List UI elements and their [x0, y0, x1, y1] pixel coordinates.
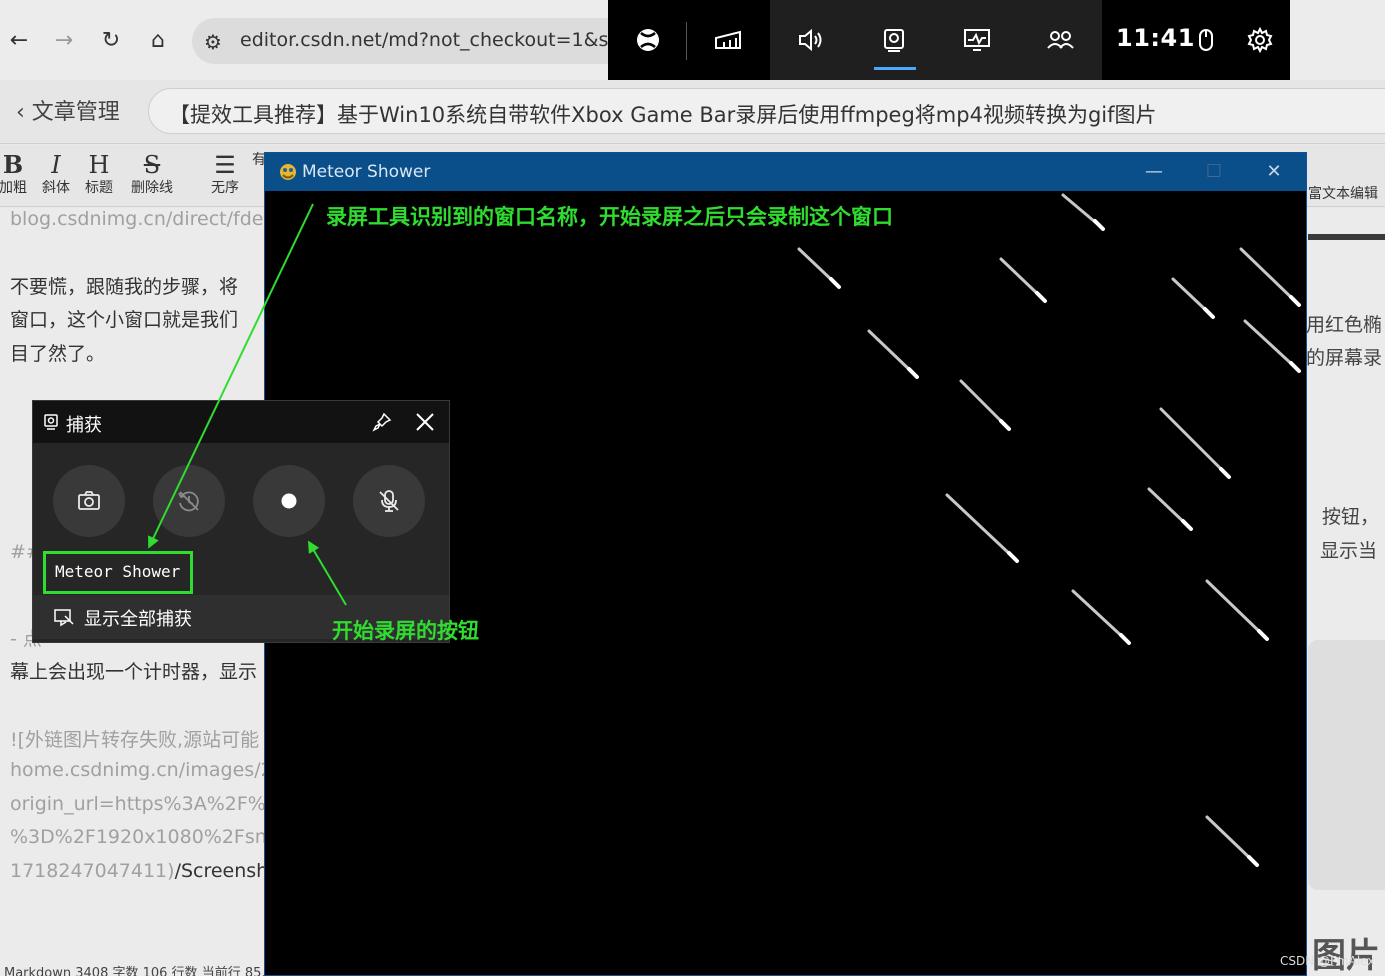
record-last-30s-button[interactable] [153, 465, 225, 537]
mouse-icon[interactable] [1186, 20, 1226, 60]
bold-button[interactable]: B 加粗 [0, 151, 28, 197]
italic-button[interactable]: I 斜体 [40, 151, 72, 197]
meteor [999, 257, 1047, 303]
editor-line: ![外链图片转存失败,源站可能 [10, 729, 260, 751]
social-icon[interactable] [1040, 20, 1080, 60]
captured-window-name-highlight: Meteor Shower [43, 551, 193, 594]
meteor [867, 329, 919, 379]
unordered-list-button[interactable]: ☰ 无序 [208, 151, 242, 197]
gamebar-clock: 11:41 [1116, 24, 1195, 52]
editor-line: 幕上会出现一个计时器，显示 [10, 661, 258, 683]
start-recording-button[interactable] [253, 465, 325, 537]
strikethrough-label: 删除线 [131, 180, 173, 196]
active-widget-indicator [874, 67, 916, 70]
meteor [1147, 487, 1193, 531]
window-title: Meteor Shower [302, 162, 431, 182]
address-bar[interactable]: ⚙ editor.csdn.net/md?not_checkout=1&spm [192, 18, 652, 64]
strikethrough-button[interactable]: S 删除线 [128, 151, 176, 197]
settings-gear-icon[interactable] [1240, 20, 1280, 60]
heading-icon: H [88, 151, 110, 179]
editor-line: 目了然了。 [10, 343, 106, 365]
home-icon[interactable]: ⌂ [143, 26, 173, 56]
meteor [797, 247, 841, 289]
rich-text-editor-link[interactable]: 富文本编辑 [1308, 183, 1378, 203]
editor-line: origin_url=https%3A%2F%2 [10, 793, 278, 815]
preview-line: 按钮， [1322, 506, 1380, 528]
minimize-button[interactable]: — [1131, 157, 1177, 187]
meteor [1205, 579, 1269, 641]
back-label: 文章管理 [31, 100, 120, 125]
back-arrow-icon[interactable]: ← [4, 26, 34, 56]
article-title-input[interactable]: 【提效工具推荐】基于Win10系统自带软件Xbox Game Bar录屏后使用f… [148, 88, 1385, 134]
capture-icon [44, 414, 58, 430]
preview-line: 显示当 [1320, 540, 1378, 562]
screenshot-button[interactable] [53, 465, 125, 537]
capture-widget-title: 捕获 [66, 415, 102, 436]
watermark: CSDN @FmAlex [1280, 954, 1375, 968]
meteor [1061, 193, 1105, 231]
editor-line-part: 1718247047411) [10, 860, 175, 882]
forward-arrow-icon[interactable]: → [49, 26, 79, 56]
meteor [1239, 247, 1301, 307]
pygame-snake-icon [280, 164, 296, 180]
preview-line: 的屏幕录 [1306, 347, 1383, 369]
preview-image-card [1308, 640, 1385, 890]
meteor [959, 379, 1011, 431]
record-button-annotation: 开始录屏的按钮 [332, 618, 479, 643]
widget-menu-icon[interactable] [708, 20, 748, 60]
pin-icon[interactable] [371, 411, 393, 433]
url-text[interactable]: editor.csdn.net/md?not_checkout=1&spm [240, 29, 639, 51]
meteor [945, 493, 1019, 563]
maximize-button[interactable]: ☐ [1191, 157, 1237, 187]
show-all-captures-label: 显示全部捕获 [84, 609, 192, 630]
editor-line: %3D%2F1920x1080%2Fsn [10, 826, 267, 848]
article-title: 【提效工具推荐】基于Win10系统自带软件Xbox Game Bar录屏后使用f… [169, 103, 1157, 127]
site-settings-icon[interactable]: ⚙ [204, 30, 222, 54]
preview-line: 用红色椭 [1306, 314, 1383, 336]
meteor [1159, 407, 1231, 479]
mic-toggle-button[interactable] [353, 465, 425, 537]
captured-window-name: Meteor Shower [55, 562, 181, 581]
mic-off-icon [379, 490, 399, 512]
capture-widget: 捕获 Meteor Shower 显示全部捕获 [32, 400, 450, 643]
window-titlebar[interactable]: Meteor Shower — ☐ ✕ [265, 153, 1306, 191]
reload-icon[interactable]: ↻ [96, 26, 126, 56]
editor-line: home.csdnimg.cn/images/2 [10, 759, 273, 781]
gallery-icon [54, 609, 74, 627]
bold-label: 加粗 [0, 180, 27, 196]
meteor [1205, 815, 1259, 867]
unordered-list-label: 无序 [211, 180, 239, 196]
record-dot-icon [281, 493, 297, 509]
camera-icon [78, 491, 100, 510]
editor-title-row: ‹ 文章管理 【提效工具推荐】基于Win10系统自带软件Xbox Game Ba… [0, 80, 1385, 144]
strikethrough-icon: S [143, 151, 161, 179]
window-name-annotation: 录屏工具识别到的窗口名称，开始录屏之后只会录制这个窗口 [326, 204, 893, 229]
record-history-icon [178, 491, 199, 512]
close-icon[interactable] [413, 410, 437, 434]
editor-line: 不要慌，跟随我的步骤，将 [10, 276, 239, 298]
chevron-left-icon: ‹ [16, 100, 32, 125]
capture-icon[interactable] [874, 20, 914, 60]
audio-icon[interactable] [791, 20, 831, 60]
xbox-logo-icon[interactable] [628, 20, 668, 60]
performance-icon[interactable] [957, 20, 997, 60]
gamebar-separator [686, 22, 687, 60]
close-window-button[interactable]: ✕ [1251, 157, 1297, 187]
list-icon: ☰ [214, 151, 236, 179]
capture-widget-header[interactable]: 捕获 [33, 401, 449, 443]
heading-label: 标题 [85, 180, 113, 196]
preview-divider [1308, 234, 1385, 240]
italic-icon: I [51, 151, 61, 179]
bold-icon: B [2, 150, 24, 179]
meteor [1171, 277, 1215, 319]
heading-button[interactable]: H 标题 [83, 151, 115, 197]
editor-line: blog.csdnimg.cn/direct/fde5 [10, 208, 276, 230]
editor-line: 窗口，这个小窗口就是我们 [10, 309, 239, 331]
italic-label: 斜体 [42, 180, 70, 196]
back-to-article-management[interactable]: ‹ 文章管理 [16, 94, 120, 126]
meteor [1243, 319, 1301, 373]
meteor [1071, 589, 1131, 645]
